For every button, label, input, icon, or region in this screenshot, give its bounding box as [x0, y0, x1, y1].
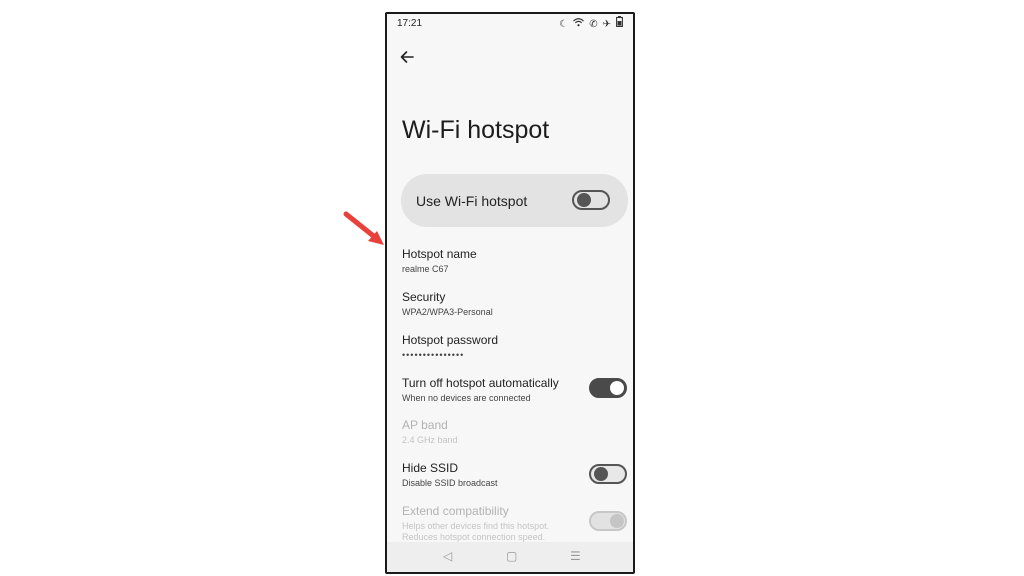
- moon-icon: ☾: [559, 18, 569, 30]
- security-item[interactable]: Security WPA2/WPA3-Personal: [402, 290, 493, 317]
- hotspot-name-item[interactable]: Hotspot name realme C67: [402, 247, 477, 274]
- use-hotspot-label: Use Wi-Fi hotspot: [416, 193, 528, 209]
- hide-ssid-toggle[interactable]: [589, 464, 627, 484]
- battery-icon: [616, 16, 623, 33]
- auto-off-title: Turn off hotspot automatically: [402, 376, 559, 390]
- use-hotspot-toggle[interactable]: [572, 190, 610, 210]
- hide-ssid-item[interactable]: Hide SSID Disable SSID broadcast: [402, 461, 498, 488]
- hotspot-name-title: Hotspot name: [402, 247, 477, 261]
- back-button[interactable]: [398, 48, 416, 66]
- hotspot-name-value: realme C67: [402, 264, 449, 274]
- status-bar: 17:21 ☾ ✆ ✈: [387, 14, 633, 36]
- airplane-icon: ✈: [602, 18, 611, 30]
- ap-band-value: 2.4 GHz band: [402, 435, 458, 445]
- hide-ssid-subtitle: Disable SSID broadcast: [402, 478, 498, 488]
- ap-band-item: AP band 2.4 GHz band: [402, 418, 458, 445]
- status-time: 17:21: [397, 18, 423, 29]
- status-icons: ☾ ✆ ✈: [559, 16, 623, 33]
- toggle-knob: [577, 193, 591, 207]
- page-title: Wi-Fi hotspot: [402, 116, 550, 144]
- phone-screen: 17:21 ☾ ✆ ✈ Wi-Fi hotspot Use Wi-Fi hots…: [385, 12, 635, 574]
- toggle-knob: [610, 381, 624, 395]
- toggle-knob: [610, 514, 624, 528]
- hide-ssid-title: Hide SSID: [402, 461, 459, 475]
- nav-menu-icon[interactable]: ☰: [570, 549, 581, 563]
- auto-off-item[interactable]: Turn off hotspot automatically When no d…: [402, 376, 559, 403]
- security-value: WPA2/WPA3-Personal: [402, 307, 493, 317]
- extend-compatibility-item: Extend compatibility Helps other devices…: [402, 504, 549, 542]
- extend-compatibility-toggle: [589, 511, 627, 531]
- auto-off-toggle[interactable]: [589, 378, 627, 398]
- security-title: Security: [402, 290, 446, 304]
- wifi-icon: [573, 17, 585, 33]
- use-hotspot-card[interactable]: Use Wi-Fi hotspot: [401, 174, 628, 227]
- nav-home-icon[interactable]: ▢: [506, 549, 517, 563]
- toggle-knob: [594, 467, 608, 481]
- call-icon: ✆: [589, 18, 598, 30]
- annotation-arrow-icon: [343, 211, 384, 245]
- arrow-left-icon: [400, 51, 414, 63]
- hotspot-password-value: •••••••••••••••: [402, 350, 465, 360]
- ap-band-title: AP band: [402, 418, 448, 432]
- extend-compatibility-subtitle-2: Reduces hotspot connection speed.: [402, 532, 546, 542]
- auto-off-subtitle: When no devices are connected: [402, 393, 531, 403]
- navigation-bar: ◁ ▢ ☰: [387, 542, 633, 572]
- extend-compatibility-title: Extend compatibility: [402, 504, 509, 518]
- extend-compatibility-subtitle-1: Helps other devices find this hotspot.: [402, 521, 550, 531]
- hotspot-password-item[interactable]: Hotspot password •••••••••••••••: [402, 333, 498, 360]
- hotspot-password-title: Hotspot password: [402, 333, 499, 347]
- nav-back-icon[interactable]: ◁: [443, 549, 452, 563]
